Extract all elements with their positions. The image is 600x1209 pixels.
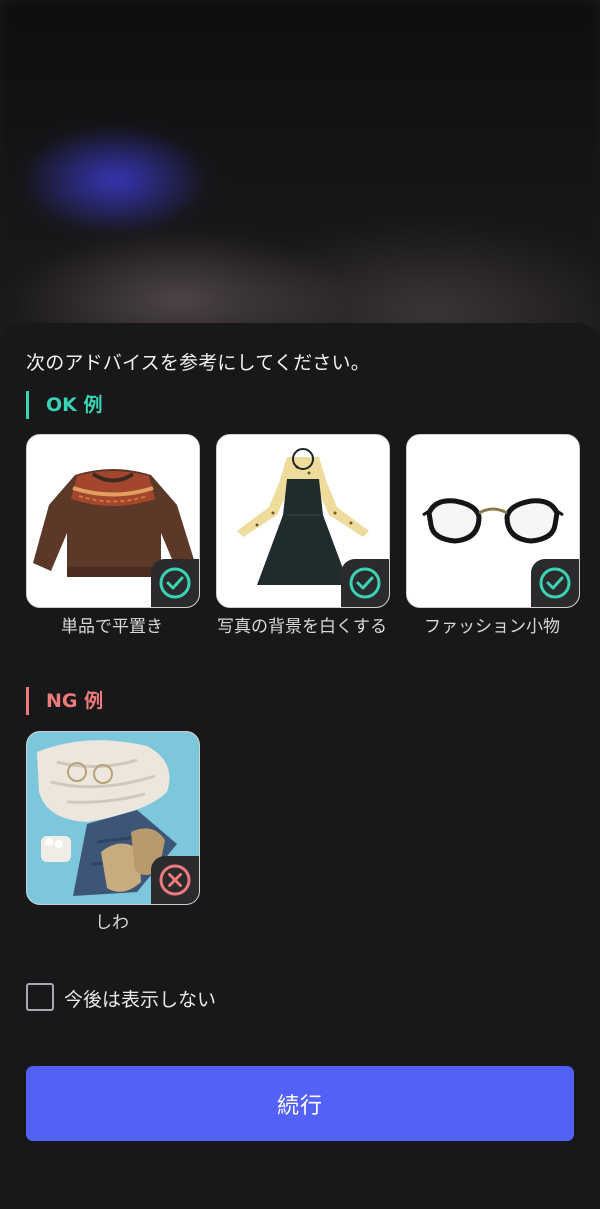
ok-examples-heading: OK 例 xyxy=(26,391,103,419)
advice-intro-text: 次のアドバイスを参考にしてください。 xyxy=(26,352,370,374)
dont-show-again-label[interactable]: 今後は表示しない xyxy=(64,985,216,1012)
ok-example-caption: 写真の背景を白くする xyxy=(217,617,387,637)
dont-show-again-checkbox[interactable] xyxy=(26,983,54,1011)
ok-example-caption: ファッション小物 xyxy=(424,617,560,637)
ok-example-card-sweater xyxy=(26,434,200,608)
continue-button[interactable]: 続行 xyxy=(26,1066,574,1141)
ok-check-badge xyxy=(341,559,389,607)
ng-example-caption: しわ xyxy=(95,913,129,933)
ok-check-badge xyxy=(151,559,199,607)
ok-example-card-glasses xyxy=(406,434,580,608)
ng-x-badge xyxy=(151,856,199,904)
ng-example-card-wrinkles xyxy=(26,731,200,905)
ok-check-badge xyxy=(531,559,579,607)
x-circle-icon xyxy=(159,864,191,896)
check-circle-icon xyxy=(539,567,571,599)
ng-examples-heading: NG 例 xyxy=(26,687,103,715)
check-circle-icon xyxy=(159,567,191,599)
ok-example-card-dress xyxy=(216,434,390,608)
ok-example-caption: 単品で平置き xyxy=(61,617,163,637)
check-circle-icon xyxy=(349,567,381,599)
blurred-camera-background xyxy=(0,0,600,340)
